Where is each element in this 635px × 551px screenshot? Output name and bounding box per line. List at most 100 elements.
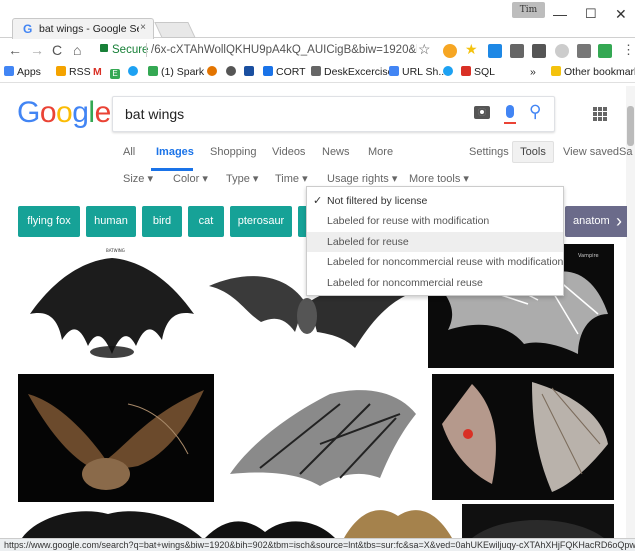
image-result[interactable]: BATWING (18, 244, 206, 368)
star-extension-icon[interactable]: ★ (465, 41, 479, 57)
view-saved-link[interactable]: View saved (563, 146, 619, 158)
bookmark-e[interactable]: E (110, 66, 123, 79)
outlook-icon (263, 66, 273, 76)
scrollbar-thumb[interactable] (627, 106, 634, 146)
extension-icon[interactable] (532, 44, 546, 58)
folder-icon (551, 66, 561, 76)
image-result[interactable] (432, 374, 614, 500)
new-extension-icon[interactable] (598, 44, 612, 58)
tool-type[interactable]: Type ▾ (226, 172, 258, 185)
browser-tab[interactable]: G bat wings - Google Sear × (12, 18, 154, 39)
microphone-icon[interactable] (504, 105, 516, 124)
search-input[interactable]: bat wings (125, 106, 184, 122)
extension-icon[interactable] (488, 44, 502, 58)
image-result[interactable] (18, 374, 214, 502)
apps-grid-icon (4, 66, 14, 76)
tab-shopping[interactable]: Shopping (210, 146, 257, 158)
google-icon (389, 66, 399, 76)
chip-bird[interactable]: bird (142, 206, 182, 237)
tab-videos[interactable]: Videos (272, 146, 305, 158)
image-result[interactable] (18, 506, 206, 538)
bookmark-twitter[interactable] (128, 66, 141, 78)
extension-icon[interactable] (555, 44, 569, 58)
chip-pterosaur[interactable]: pterosaur (230, 206, 292, 237)
bat-wing-illustration: BATWING (18, 244, 206, 368)
new-tab-button[interactable] (154, 22, 196, 38)
camera-icon[interactable] (474, 106, 490, 119)
bookmarks-overflow[interactable]: » (530, 66, 536, 78)
forward-arrow-icon[interactable]: → (30, 42, 44, 58)
search-icon[interactable]: ⚲ (529, 102, 541, 122)
bookmark-apps[interactable]: Apps (4, 66, 41, 78)
search-box[interactable]: bat wings ⚲ (112, 96, 555, 132)
image-result[interactable] (340, 500, 456, 538)
tool-size[interactable]: Size ▾ (123, 172, 153, 185)
tool-usage-rights[interactable]: Usage rights ▾ (327, 172, 397, 185)
bookmark-rss[interactable]: RSS (56, 66, 91, 78)
bat-wing-translucent-photo (432, 374, 614, 500)
bookmark-deskexcercise[interactable]: DeskExcercise (311, 66, 393, 78)
address-bar[interactable]: /6x-cXTAhWollQKHU9pA4kQ_AUICigB&biw=1920… (151, 44, 417, 56)
chip-anatomy[interactable]: anatom (565, 206, 613, 237)
browser-toolbar: ← → C ⌂ Secure /6x-cXTAhWollQKHU9pA4kQ_A… (0, 39, 635, 63)
settings-link[interactable]: Settings (469, 146, 509, 158)
tab-all[interactable]: All (123, 146, 135, 158)
safesearch-link[interactable]: Sa (619, 146, 632, 158)
bat-wings-dark-photo (462, 504, 614, 538)
close-icon[interactable]: ✕ (615, 6, 627, 23)
usage-rights-menu: ✓ Not filtered by license Labeled for reu… (306, 186, 564, 296)
tool-time[interactable]: Time ▾ (275, 172, 308, 185)
extension-icon[interactable] (443, 44, 457, 58)
checkmark-icon: ✓ (313, 195, 323, 207)
lock-icon (100, 44, 108, 52)
profile-badge[interactable]: Tim (512, 2, 545, 18)
bookmark-url-shortener[interactable]: URL Sh... (389, 66, 447, 78)
menu-dots-icon[interactable]: ⋮ (622, 42, 635, 58)
menu-item-reuse-modification[interactable]: Labeled for reuse with modification (307, 211, 563, 231)
minimize-icon[interactable]: — (553, 6, 567, 22)
chip-flying-fox[interactable]: flying fox (18, 206, 80, 237)
image-result[interactable] (205, 512, 335, 538)
flag-icon (244, 66, 254, 76)
extension-icon[interactable] (577, 44, 591, 58)
pin-icon (207, 66, 217, 76)
logo-letter: o (56, 96, 73, 129)
extension-icon[interactable] (510, 44, 524, 58)
tool-more-tools[interactable]: More tools ▾ (409, 172, 469, 185)
image-result[interactable] (220, 374, 422, 500)
menu-item-reuse[interactable]: Labeled for reuse (307, 232, 563, 252)
home-icon[interactable]: ⌂ (73, 42, 81, 58)
image-result[interactable] (462, 504, 614, 538)
bookmark-gmail[interactable]: M (93, 66, 102, 78)
bat-wings-brown-illustration (340, 500, 456, 538)
bookmark-sql[interactable]: SQL (461, 66, 495, 78)
back-arrow-icon[interactable]: ← (8, 42, 22, 58)
bookmark-twitter-2[interactable] (443, 66, 456, 78)
bookmarks-bar: Apps RSS M E (1) Spark CORT DeskExcercis… (0, 63, 635, 83)
chevron-right-icon[interactable]: › (611, 206, 627, 237)
sql-icon (461, 66, 471, 76)
tab-images[interactable]: Images (156, 146, 194, 158)
maximize-icon[interactable]: ☐ (585, 6, 597, 22)
chip-cat[interactable]: cat (188, 206, 224, 237)
other-bookmarks[interactable]: Other bookmarks (551, 66, 635, 78)
bookmark-spark[interactable]: (1) Spark (148, 66, 204, 78)
google-apps-icon[interactable] (593, 107, 607, 121)
tab-close-icon[interactable]: × (140, 22, 146, 33)
bookmark-flag[interactable] (244, 66, 257, 78)
bookmark-apple[interactable] (226, 66, 239, 78)
spark-icon (148, 66, 158, 76)
menu-item-noncommercial-modification[interactable]: Labeled for noncommercial reuse with mod… (307, 252, 563, 272)
reload-icon[interactable]: C (52, 42, 62, 58)
google-logo[interactable]: Google (17, 96, 111, 130)
tool-color[interactable]: Color ▾ (173, 172, 208, 185)
tab-news[interactable]: News (322, 146, 350, 158)
chip-human[interactable]: human (86, 206, 136, 237)
tab-more[interactable]: More (368, 146, 393, 158)
bookmark-star-icon[interactable]: ☆ (418, 41, 431, 58)
tools-button[interactable]: Tools (512, 141, 554, 163)
bookmark-pin[interactable] (207, 66, 220, 78)
menu-item-not-filtered[interactable]: ✓ Not filtered by license (307, 191, 563, 211)
bookmark-cort[interactable]: CORT (263, 66, 306, 78)
menu-item-noncommercial[interactable]: Labeled for noncommercial reuse (307, 273, 563, 293)
